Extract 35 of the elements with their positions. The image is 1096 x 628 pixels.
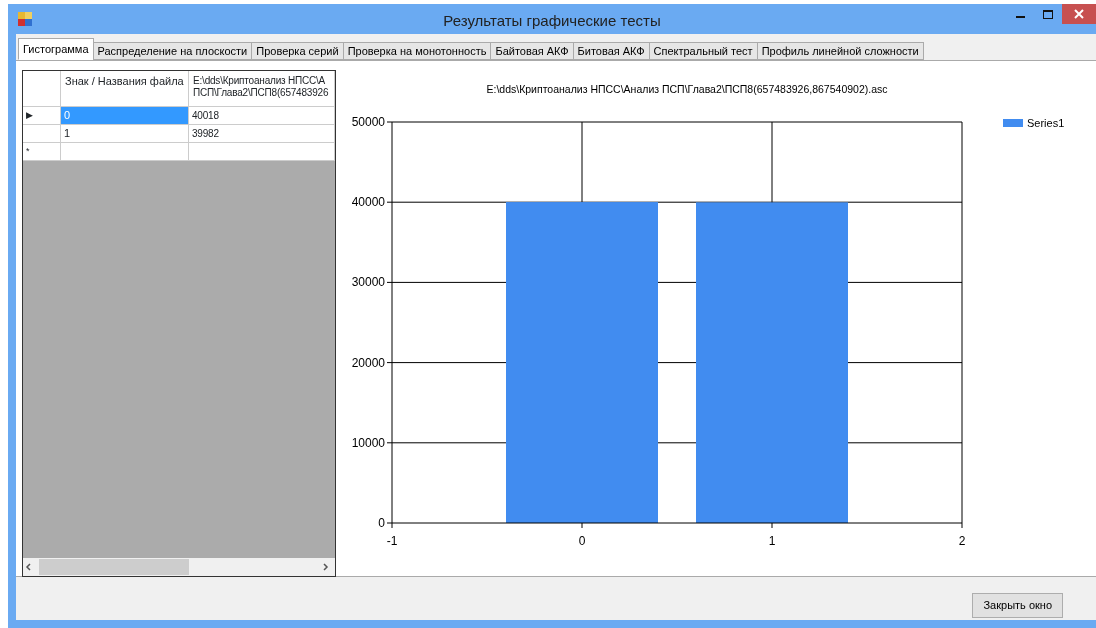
- column-header[interactable]: Знак / Названия файла: [61, 71, 189, 107]
- close-icon: [1074, 9, 1084, 19]
- legend-label: Series1: [1027, 117, 1065, 129]
- app-icon: [18, 12, 32, 26]
- tab[interactable]: Байтовая АКФ: [490, 42, 574, 60]
- maximize-icon: [1043, 9, 1053, 19]
- legend-swatch: [1003, 119, 1023, 127]
- x-tick-label: 2: [958, 534, 966, 548]
- x-tick-label: -1: [386, 534, 398, 548]
- x-tick-label: 1: [768, 534, 776, 548]
- tab[interactable]: Битовая АКФ: [572, 42, 650, 60]
- table-cell[interactable]: [61, 143, 189, 161]
- tab[interactable]: Спектральный тест: [648, 42, 758, 60]
- y-tick-label: 0: [378, 516, 385, 530]
- table-cell[interactable]: [189, 143, 335, 161]
- tab[interactable]: Распределение на плоскости: [92, 42, 253, 60]
- tab[interactable]: Профиль линейной сложности: [756, 42, 924, 60]
- minimize-icon: [1015, 16, 1025, 18]
- y-tick-label: 20000: [351, 355, 385, 370]
- close-button[interactable]: [1062, 4, 1096, 24]
- tab[interactable]: Проверка на монотонность: [342, 42, 492, 60]
- close-window-button[interactable]: Закрыть окно: [972, 593, 1063, 618]
- y-tick-label: 30000: [351, 275, 385, 290]
- tab[interactable]: Проверка серий: [251, 42, 344, 60]
- y-tick-label: 10000: [351, 435, 385, 450]
- y-tick-label: 40000: [351, 195, 385, 210]
- scrollbar-thumb[interactable]: [39, 559, 189, 575]
- chart-title: E:\dds\Криптоанализ НПСС\Анализ ПСП\Глава2\ПСП8(657483926,867540902).asc: [486, 83, 888, 95]
- column-header[interactable]: E:\dds\Криптоанализ НПСС\А ПСП\Глава2\ПСП8(657483926: [189, 71, 335, 107]
- horizontal-scrollbar[interactable]: [23, 558, 335, 576]
- x-tick-label: 0: [578, 534, 586, 548]
- tab[interactable]: Гистограмма: [18, 38, 94, 60]
- y-tick-label: 50000: [351, 115, 385, 129]
- window-title: Результаты графические тесты: [443, 11, 661, 31]
- row-header[interactable]: *: [23, 143, 61, 161]
